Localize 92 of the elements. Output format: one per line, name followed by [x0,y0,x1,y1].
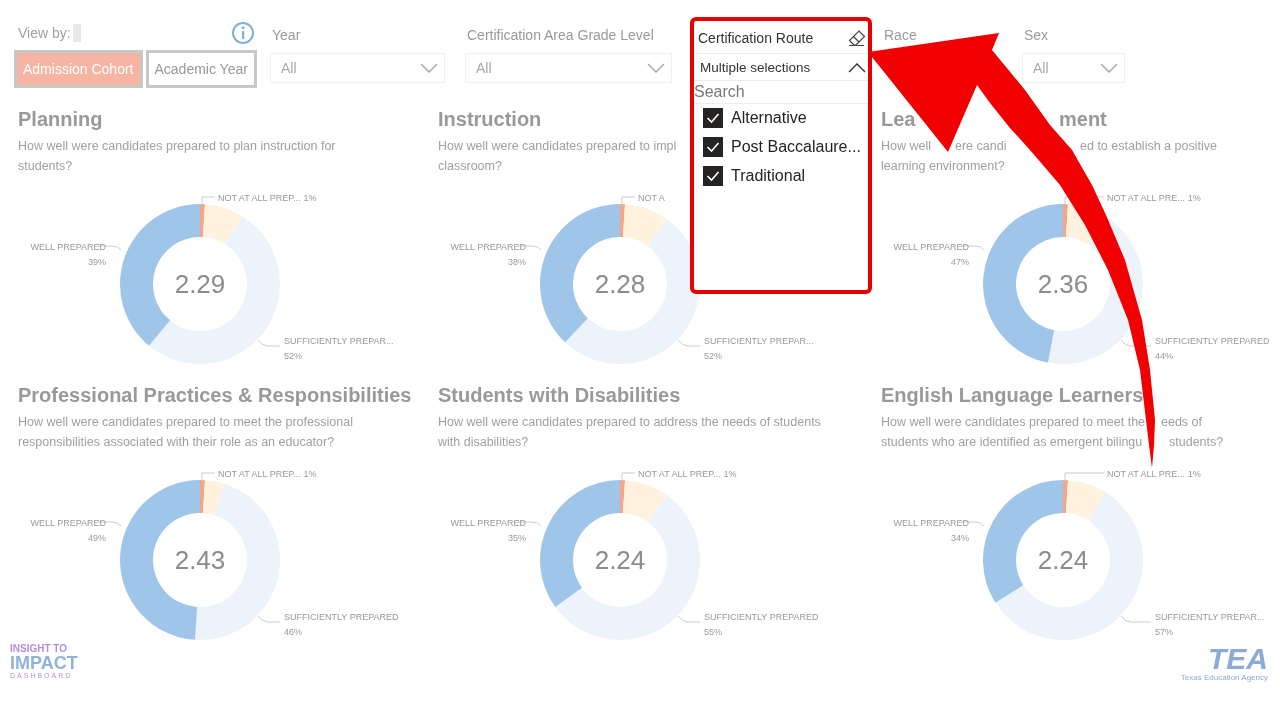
card-question: ere candi [955,138,1007,155]
slice-percent: 47% [951,257,969,267]
eraser-icon[interactable] [848,29,866,47]
card-question: students? [18,158,73,175]
score-value: 2.24 [594,545,646,575]
card-title: English Language Learners [881,384,1144,407]
filter-dropdown[interactable]: All [465,53,672,83]
slice-label: NOT AT ALL PREP... 1% [218,469,317,479]
slice-label: WELL PREPARED [450,242,526,252]
slice-percent: 44% [1155,351,1173,361]
leader-line [1064,472,1105,482]
chevron-down-icon [647,63,665,73]
leader-line [621,472,636,482]
score-value: 2.29 [174,269,226,299]
chevron-up-icon [848,62,866,73]
card-question: with disabilities? [438,434,529,451]
score-value: 2.24 [1037,545,1089,575]
slice-percent: 52% [704,351,722,361]
leader-line [677,615,701,623]
card-question: students who are identified as emergent bilingu [881,434,1143,451]
view-by-label: View by: [18,25,71,41]
slice-label: NOT AT ALL PREP... 1% [638,469,737,479]
card-question: How well were candidates prepared to impl [438,138,677,155]
leader-line [677,339,701,347]
leader-line [621,196,636,206]
filter-label: Year [271,27,302,45]
chevron-down-icon [1100,63,1118,73]
card-title: Lea [881,108,916,131]
card-title: Professional Practices & Responsibilities [18,384,412,407]
slice-percent: 34% [951,533,969,543]
checkbox[interactable] [703,137,723,157]
filter-label: Race [883,27,918,45]
leader-line [1120,615,1152,623]
score-value: 2.43 [174,545,226,575]
card-question: learning environment? [881,158,1005,175]
leader-line [201,196,216,206]
slice-label: NOT AT ALL PRE... 1% [1107,193,1201,203]
slice-percent: 52% [284,351,302,361]
slice-percent: 39% [88,257,106,267]
score-value: 2.36 [1037,269,1089,299]
card-question: How well were candidates prepared to meet the professional [18,414,353,431]
score-value: 2.28 [594,269,646,299]
card-question: How well [881,138,931,155]
checkbox[interactable] [703,108,723,128]
slice-label: SUFFICIENTLY PREPARED [284,612,399,622]
slicer-option[interactable]: Traditional [694,162,868,191]
leader-line [257,339,281,347]
agency-logo: TEA Texas Education Agency [1180,644,1268,682]
slice-label: SUFFICIENTLY PREPARED [704,612,819,622]
card-question: responsibilities associated with their role as an educator? [18,434,335,451]
slice-label: SUFFICIENTLY PREPAR... [704,336,814,346]
slice-percent: 55% [704,627,722,637]
view-toggle-button[interactable]: Academic Year [145,50,257,88]
slice-percent: 49% [88,533,106,543]
slice-label: SUFFICIENTLY PREPARED [1155,336,1270,346]
leader-line [201,472,216,482]
slice-percent: 46% [284,627,302,637]
slice-label: WELL PREPARED [450,518,526,528]
filter-label: Certification Area Grade Level [466,27,655,45]
slice-label: NOT AT ALL PREP... 1% [218,193,317,203]
slicer-title: Certification Route [698,30,814,46]
card-question: eeds of [1161,414,1202,431]
card-question: How well were candidates prepared to plan instruction for [18,138,336,155]
card-question: ed to establish a positive [1080,138,1217,155]
view-toggle-button[interactable]: Admission Cohort [14,50,143,88]
slice-label: WELL PREPARED [30,518,106,528]
filter-label: Sex [1023,27,1050,45]
filter-dropdown[interactable]: All [1022,53,1125,83]
slice-percent: 35% [508,533,526,543]
card-question: students? [1169,434,1224,451]
slice-label: WELL PREPARED [893,242,969,252]
slice-label: SUFFICIENTLY PREPAR... [284,336,394,346]
slice-label: WELL PREPARED [893,518,969,528]
card-title: ment [1059,108,1107,131]
card-title: Instruction [438,108,542,131]
card-question: How well were candidates prepared to address the needs of students [438,414,821,431]
leader-line [257,615,281,623]
slicer-option[interactable]: Post Baccalaure... [694,133,868,162]
slice-percent: 57% [1155,627,1173,637]
slicer-option[interactable]: Alternative [694,104,868,133]
card-title: Students with Disabilities [438,384,681,407]
slice-label: NOT AT ALL PRE... 1% [1107,469,1201,479]
filter-dropdown[interactable]: All [270,53,445,83]
checkbox[interactable] [703,166,723,186]
slice-percent: 38% [508,257,526,267]
card-question: How well were candidates prepared to meet the [881,414,1146,431]
slice-label: WELL PREPARED [30,242,106,252]
slice-label: NOT A [638,193,665,203]
slice-label: SUFFICIENTLY PREPAR... [1155,612,1265,622]
chevron-down-icon [420,63,438,73]
card-question: classroom? [438,158,502,175]
card-title: Planning [18,108,103,131]
